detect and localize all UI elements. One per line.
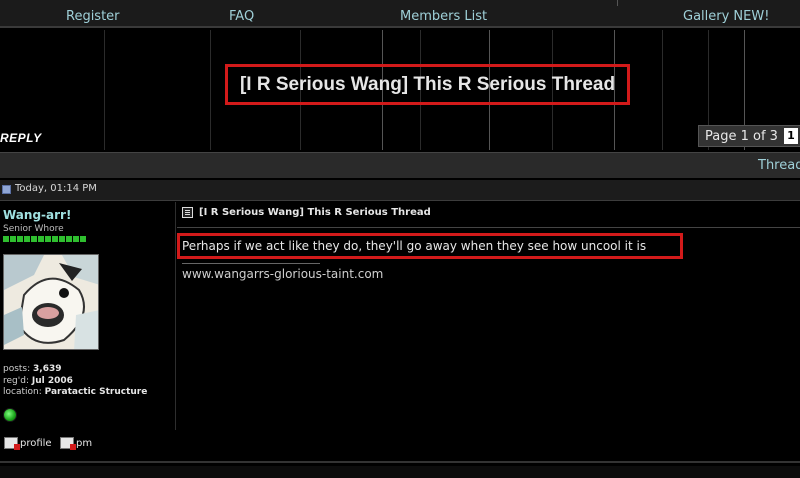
title-divider bbox=[177, 227, 800, 228]
thread-banner: [I R Serious Wang] This R Serious Thread… bbox=[0, 30, 800, 150]
post-title: [I R Serious Wang] This R Serious Thread bbox=[199, 207, 431, 218]
next-post-strip bbox=[0, 466, 800, 478]
thread-title: [I R Serious Wang] This R Serious Thread bbox=[225, 64, 630, 105]
page-1-button[interactable]: 1 bbox=[783, 128, 798, 144]
pm-icon bbox=[60, 437, 76, 450]
nav-divider bbox=[617, 0, 618, 6]
reputation-bar bbox=[3, 236, 86, 242]
post-bottom-divider bbox=[0, 461, 800, 463]
signature-divider bbox=[182, 263, 320, 264]
nav-faq-link[interactable]: FAQ bbox=[229, 9, 254, 24]
online-status-icon bbox=[3, 408, 17, 422]
post-count-row: posts: 3,639 bbox=[3, 364, 62, 374]
profile-button[interactable]: profile bbox=[4, 437, 52, 450]
reg-date-row: reg'd: Jul 2006 bbox=[3, 375, 73, 386]
username-link[interactable]: Wang-arr! bbox=[3, 208, 71, 222]
thread-toolbar: Thread bbox=[0, 152, 800, 178]
post-body: [I R Serious Wang] This R Serious Thread… bbox=[177, 202, 800, 430]
pagination: Page 1 of 3 1 bbox=[698, 125, 800, 147]
post-title-row: [I R Serious Wang] This R Serious Thread bbox=[182, 207, 431, 218]
post-date: Today, 01:14 PM bbox=[15, 183, 97, 194]
top-nav-bar: Register FAQ Members List Gallery NEW! bbox=[0, 0, 800, 28]
avatar[interactable] bbox=[3, 254, 99, 350]
post-count: 3,639 bbox=[33, 364, 62, 374]
nav-gallery-link[interactable]: Gallery NEW! bbox=[683, 9, 769, 24]
user-info-column: Wang-arr! Senior Whore posts: 3,639 reg'… bbox=[0, 202, 176, 430]
post-status-icon bbox=[2, 185, 11, 194]
avatar-image bbox=[4, 255, 98, 349]
thread-tools-link[interactable]: Thread bbox=[758, 158, 800, 173]
page-indicator: Page 1 of 3 bbox=[705, 128, 778, 144]
post-message: Perhaps if we act like they do, they'll … bbox=[177, 233, 683, 259]
nav-register-link[interactable]: Register bbox=[66, 9, 120, 24]
nav-members-list-link[interactable]: Members List bbox=[400, 9, 487, 24]
post-document-icon bbox=[182, 207, 193, 218]
reply-button[interactable]: REPLY bbox=[0, 131, 42, 145]
profile-icon bbox=[4, 437, 20, 450]
user-location: Paratactic Structure bbox=[44, 387, 148, 397]
post-footer: profile pm bbox=[0, 431, 800, 461]
pm-button[interactable]: pm bbox=[60, 437, 92, 450]
reg-date: Jul 2006 bbox=[31, 375, 73, 386]
post-header: Today, 01:14 PM bbox=[0, 180, 800, 201]
user-title: Senior Whore bbox=[3, 224, 64, 234]
location-row: location: Paratactic Structure bbox=[3, 387, 148, 397]
signature: www.wangarrs-glorious-taint.com bbox=[182, 267, 384, 281]
user-stats: posts: 3,639 reg'd: Jul 2006 location: P… bbox=[3, 364, 147, 399]
